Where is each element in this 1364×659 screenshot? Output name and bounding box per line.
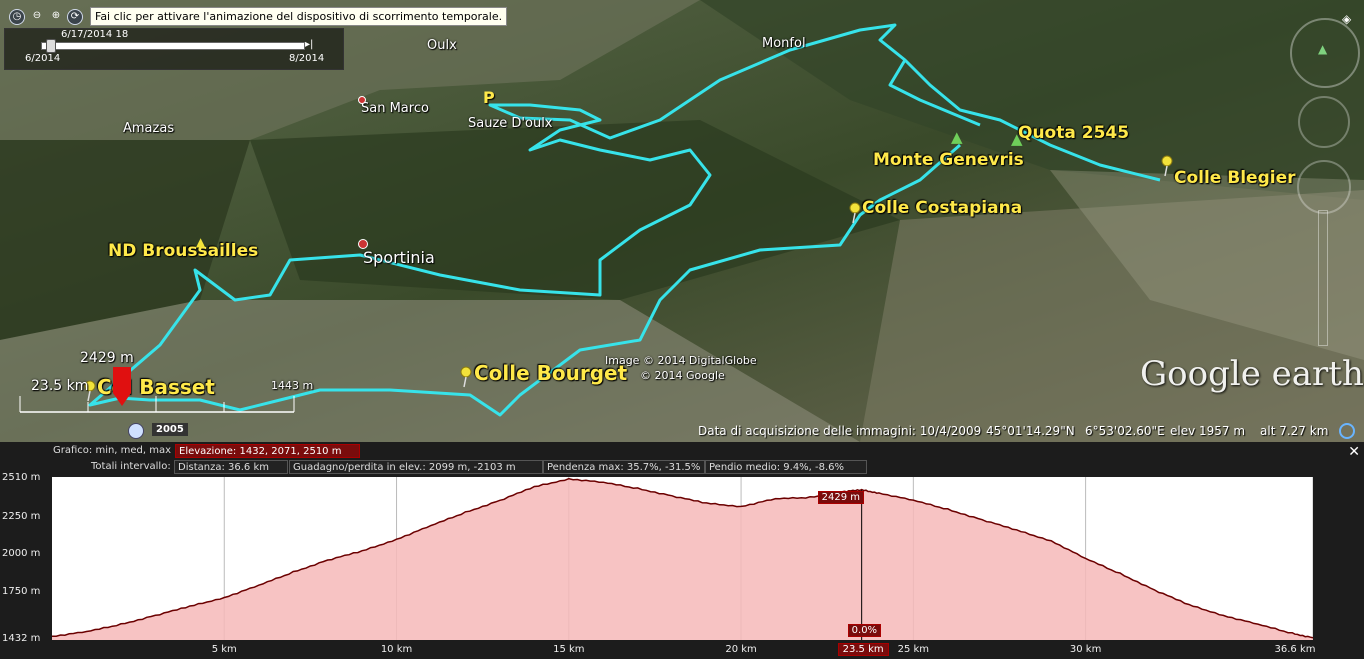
place-monfol: Monfol: [762, 36, 806, 51]
place-dot-icon: [358, 239, 368, 249]
map-elev-marker: 2429 m: [80, 350, 134, 366]
pushpin-icon[interactable]: [459, 366, 473, 388]
scale-ruler: [19, 396, 295, 413]
status-lon: 6°53'02.60"E: [1085, 424, 1165, 438]
zoom-slider[interactable]: [1318, 210, 1328, 346]
clock-icon[interactable]: ◷: [9, 9, 25, 25]
x-tick-label: 15 km: [553, 644, 585, 655]
elevation-profile-panel: Grafico: min, med, max Elevazione: 1432,…: [0, 442, 1364, 659]
peak-icon[interactable]: ▲: [951, 128, 963, 146]
triangle-icon[interactable]: ▲: [196, 235, 205, 249]
streaming-icon: [1339, 423, 1355, 439]
marker-slope-label: 0.0%: [847, 624, 882, 637]
close-profile-icon[interactable]: ✕: [1348, 444, 1360, 460]
status-acq-date: Data di acquisizione delle immagini: 10/…: [698, 424, 982, 438]
next-icon[interactable]: ▸|: [305, 39, 313, 50]
x-tick-label: 36.6 km: [1274, 644, 1316, 655]
place-san-marco: San Marco: [361, 101, 429, 116]
gain-stat: Guadagno/perdita in elev.: 2099 m, -2103…: [289, 460, 543, 474]
elevation-area: [52, 478, 1313, 640]
slope-max-stat: Pendenza max: 35.7%, -31.5%: [543, 460, 705, 474]
x-tick-label: 20 km: [725, 644, 757, 655]
zoom-out-icon[interactable]: ⊖: [30, 9, 44, 23]
point-quota[interactable]: Quota 2545: [1018, 123, 1129, 143]
marker-elevation-label: 2429 m: [817, 491, 865, 504]
google-earth-logo: Google earth: [1140, 354, 1364, 394]
compass-control[interactable]: ◈ ▲: [1290, 12, 1360, 88]
elevation-chart-svg: [51, 477, 1314, 640]
x-tick-label: 25 km: [897, 644, 930, 655]
time-end: 8/2014: [289, 53, 325, 64]
play-animation-icon[interactable]: ⟳: [67, 9, 83, 25]
time-slider-handle[interactable]: [46, 39, 56, 53]
elevation-chart[interactable]: 2429 m 0.0%: [51, 477, 1314, 640]
y-tick-label: 2510 m: [2, 472, 41, 483]
time-slider-panel: 6/17/2014 18 ▸| 6/2014 8/2014: [4, 28, 344, 70]
tooltip: Fai clic per attivare l'animazione del d…: [90, 7, 508, 26]
history-icon[interactable]: [128, 423, 144, 439]
point-colle-costapiana[interactable]: Colle Costapiana: [862, 198, 1022, 218]
parking-icon[interactable]: P: [483, 88, 495, 107]
slope-avg-stat: Pendio medio: 9.4%, -8.6%: [705, 460, 867, 474]
map-elev-left: 1443 m: [271, 379, 314, 392]
y-tick-label: 2250 m: [2, 510, 41, 522]
pushpin-icon[interactable]: [1160, 155, 1174, 177]
time-slider-track[interactable]: [41, 42, 305, 50]
point-nd-broussailles[interactable]: ND Broussailles: [108, 241, 258, 261]
y-tick-label: 2000 m: [2, 548, 41, 560]
status-elev: elev 1957 m: [1170, 424, 1246, 438]
totals-label: Totali intervallo:: [91, 461, 171, 472]
point-monte-genevris[interactable]: Monte Genevris: [873, 150, 1024, 170]
credit-digitalglobe: Image © 2014 DigitalGlobe: [605, 354, 757, 367]
y-tick-label: 1750 m: [2, 585, 41, 597]
pushpin-icon[interactable]: [848, 202, 862, 224]
place-sauze: Sauze D'oulx: [468, 116, 553, 131]
x-tick-label: 30 km: [1069, 644, 1102, 655]
map-view[interactable]: ◷ ⊖ ⊕ ⟳ Fai clic per attivare l'animazio…: [0, 0, 1364, 442]
zoom-in-icon[interactable]: ⊕: [49, 9, 63, 23]
look-control[interactable]: [1298, 96, 1350, 148]
point-colle-blegier[interactable]: Colle Blegier: [1174, 168, 1295, 188]
year-badge[interactable]: 2005: [152, 423, 188, 436]
marker-distance-label: 23.5 km: [837, 643, 889, 656]
y-tick-label: 1432 m: [2, 633, 41, 644]
status-lat: 45°01'14.29"N: [986, 424, 1075, 438]
status-alt: alt 7.27 km: [1260, 424, 1329, 438]
time-start: 6/2014: [25, 53, 61, 64]
time-current: 6/17/2014 18: [61, 29, 129, 40]
elevation-stats: Elevazione: 1432, 2071, 2510 m: [175, 444, 360, 458]
place-dot-icon: [358, 96, 366, 104]
distance-stat: Distanza: 36.6 km: [174, 460, 288, 474]
graph-label: Grafico: min, med, max: [53, 445, 172, 456]
tree-icon: ▲: [1318, 42, 1328, 56]
north-icon: ◈: [1342, 12, 1352, 26]
credit-google: © 2014 Google: [640, 369, 725, 382]
x-tick-label: 10 km: [380, 644, 413, 655]
place-oulx: Oulx: [427, 38, 457, 53]
move-control[interactable]: [1297, 160, 1351, 214]
place-amazas: Amazas: [123, 121, 175, 136]
x-tick-label: 5 km: [211, 644, 237, 655]
place-sportinia: Sportinia: [363, 248, 435, 267]
